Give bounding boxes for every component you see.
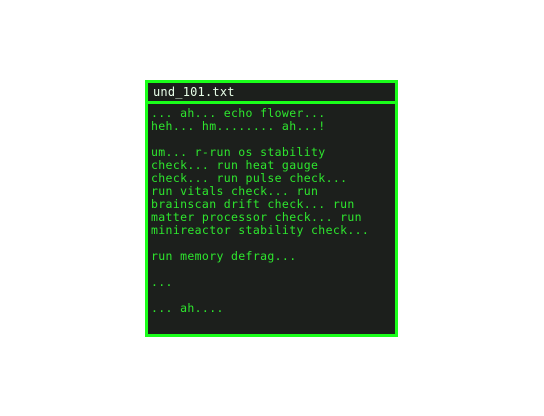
text-line: minireactor stability check... (151, 223, 370, 237)
window-titlebar[interactable]: und_101.txt (148, 83, 395, 104)
text-line: heh... hm........ ah...! (151, 119, 326, 133)
text-line: run memory defrag... (151, 249, 297, 263)
text-file-window: und_101.txt ... ah... echo flower... heh… (145, 80, 398, 337)
text-line: ... ah.... (151, 301, 224, 315)
window-title: und_101.txt (153, 85, 235, 99)
text-line (151, 263, 395, 276)
text-line: ... (151, 275, 173, 289)
file-content: ... ah... echo flower... heh... hm......… (148, 104, 395, 334)
